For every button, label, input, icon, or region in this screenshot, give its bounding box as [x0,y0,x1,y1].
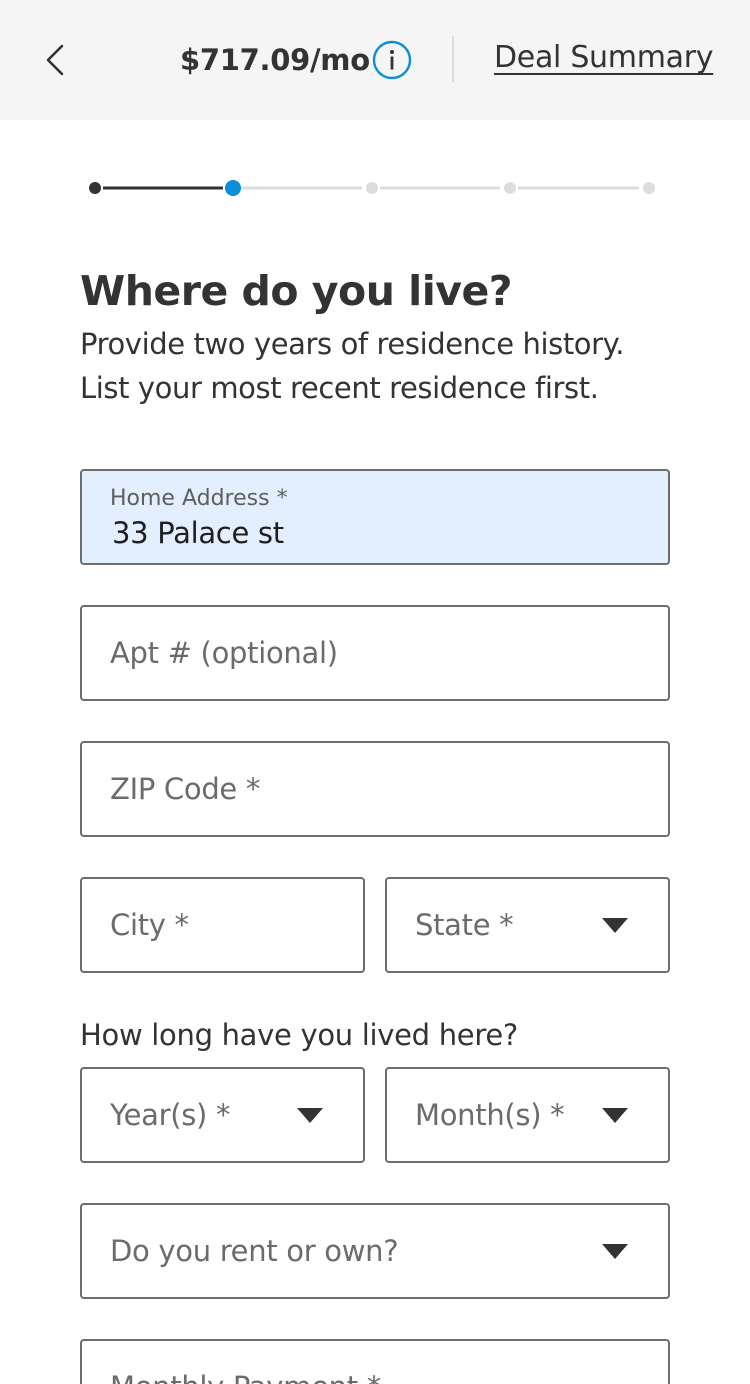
header-bar: $717.09/mo Deal Summary [0,0,750,120]
city-field[interactable]: City * [80,877,365,973]
back-button[interactable] [36,40,76,80]
rent-or-own-placeholder: Do you rent or own? [110,1234,399,1268]
caret-down-icon [602,1244,628,1259]
deal-summary-link[interactable]: Deal Summary [494,38,714,78]
stepper-dot [504,182,516,194]
header-divider [452,36,454,82]
page-subtitle: Provide two years of residence history. … [80,322,700,410]
progress-stepper [0,170,750,210]
page-title: Where do you live? [80,267,513,315]
months-select[interactable]: Month(s) * [385,1067,670,1163]
rent-or-own-select[interactable]: Do you rent or own? [80,1203,670,1299]
progress-stepper-graphic [89,180,655,196]
state-placeholder: State * [415,908,514,942]
monthly-payment-field[interactable]: Monthly Payment * [80,1339,670,1384]
duration-question: How long have you lived here? [80,1018,518,1052]
home-address-label: Home Address * [110,486,288,511]
monthly-price: $717.09/mo [180,43,370,77]
years-placeholder: Year(s) * [110,1098,231,1132]
home-address-field[interactable]: Home Address * 33 Palace st [80,469,670,565]
stepper-dot [89,182,101,194]
apt-field[interactable]: Apt # (optional) [80,605,670,701]
city-placeholder: City * [110,908,189,942]
stepper-dot [366,182,378,194]
chevron-left-icon [46,44,64,76]
subtitle-line-1: Provide two years of residence history. [80,327,625,361]
page: $717.09/mo Deal Summary Where do you liv… [0,0,750,1384]
stepper-dot [643,182,655,194]
subtitle-line-2: List your most recent residence first. [80,371,599,405]
years-select[interactable]: Year(s) * [80,1067,365,1163]
apt-placeholder: Apt # (optional) [110,636,338,670]
monthly-payment-placeholder: Monthly Payment * [110,1341,381,1384]
caret-down-icon [297,1108,323,1123]
info-button[interactable] [372,40,412,80]
zip-code-placeholder: ZIP Code * [110,772,261,806]
caret-down-icon [602,918,628,933]
months-placeholder: Month(s) * [415,1098,565,1132]
info-circle-icon [372,40,412,80]
stepper-dot [225,180,241,196]
state-select[interactable]: State * [385,877,670,973]
home-address-value: 33 Palace st [112,516,284,550]
zip-code-field[interactable]: ZIP Code * [80,741,670,837]
caret-down-icon [602,1108,628,1123]
